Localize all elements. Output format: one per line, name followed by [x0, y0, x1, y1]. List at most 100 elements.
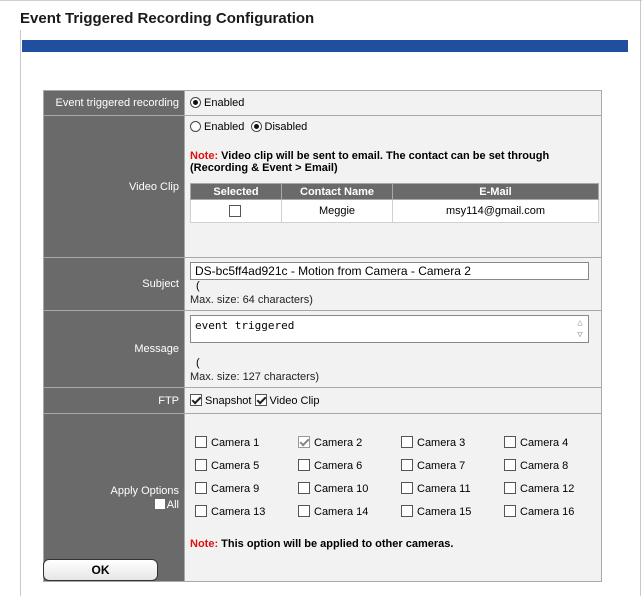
- camera-label: Camera 1: [211, 437, 260, 450]
- checkbox-icon: [401, 459, 413, 472]
- note-text: This option will be applied to other cam…: [218, 538, 454, 551]
- config-form: Event triggered recording Enabled Video …: [43, 90, 602, 583]
- checkbox-icon: [254, 394, 267, 407]
- contact-select-checkbox[interactable]: [228, 204, 241, 217]
- camera-label: Camera 3: [417, 437, 466, 450]
- table-row: Meggie msy114@gmail.com: [190, 199, 599, 223]
- contact-email-cell: msy114@gmail.com: [392, 199, 599, 223]
- camera-checkbox[interactable]: Camera 11: [401, 482, 504, 495]
- checkbox-icon: [504, 505, 516, 518]
- camera-label: Camera 10: [314, 483, 369, 496]
- checkbox-icon: [298, 436, 310, 449]
- checkbox-label: Video Clip: [269, 395, 320, 408]
- col-email: E-Mail: [392, 183, 599, 200]
- camera-label: Camera 5: [211, 460, 260, 473]
- camera-label: Camera 8: [520, 460, 569, 473]
- camera-grid: Camera 1 Camera 2 Camera 3 Camera 4 Camera 5…: [190, 432, 597, 518]
- camera-label: Camera 9: [211, 483, 260, 496]
- row-subject: Subject DS-bc5ff4ad921c - Motion from Ca…: [43, 256, 602, 312]
- subject-input[interactable]: DS-bc5ff4ad921c - Motion from Camera - C…: [190, 262, 589, 280]
- camera-checkbox[interactable]: Camera 2: [298, 436, 401, 449]
- row-message: Message event triggered △ ▽ ( Max. size: 12…: [43, 310, 602, 389]
- camera-checkbox[interactable]: Camera 7: [401, 459, 504, 472]
- camera-label: Camera 6: [314, 460, 363, 473]
- contact-name-cell: Meggie: [281, 199, 393, 223]
- camera-label: Camera 2: [314, 437, 363, 450]
- camera-checkbox[interactable]: Camera 5: [195, 459, 298, 472]
- title-underline-bar: [22, 40, 628, 52]
- apply-all-checkbox[interactable]: All: [46, 498, 179, 511]
- camera-checkbox[interactable]: Camera 3: [401, 436, 504, 449]
- checkbox-icon: [401, 436, 413, 449]
- checkbox-icon: [504, 459, 516, 472]
- ftp-video-clip-checkbox[interactable]: Video Clip: [254, 394, 320, 408]
- checkbox-icon: [298, 505, 310, 518]
- camera-checkbox[interactable]: Camera 14: [298, 505, 401, 518]
- camera-checkbox[interactable]: Camera 1: [195, 436, 298, 449]
- ok-button[interactable]: OK: [43, 559, 158, 581]
- apply-options-note: Note: This option will be applied to oth…: [190, 538, 597, 550]
- camera-checkbox[interactable]: Camera 6: [298, 459, 401, 472]
- video-clip-label: Video Clip: [43, 115, 185, 258]
- message-label: Message: [43, 310, 185, 389]
- row-event-recording: Event triggered recording Enabled: [43, 90, 602, 116]
- ftp-snapshot-checkbox[interactable]: Snapshot: [190, 394, 252, 408]
- video-clip-disabled-radio[interactable]: Disabled: [250, 121, 308, 133]
- camera-checkbox[interactable]: Camera 10: [298, 482, 401, 495]
- apply-options-label: Apply Options: [110, 484, 179, 497]
- note-prefix: Note:: [190, 538, 219, 551]
- radio-icon: [250, 121, 262, 132]
- checkbox-icon: [504, 436, 516, 449]
- message-paren: (: [196, 357, 200, 370]
- col-selected: Selected: [190, 183, 282, 200]
- camera-label: Camera 11: [417, 483, 471, 496]
- checkbox-icon: [401, 482, 413, 495]
- checkbox-icon: [154, 498, 165, 509]
- checkbox-label: Snapshot: [205, 395, 252, 408]
- message-hint: Max. size: 127 characters): [190, 371, 319, 384]
- checkbox-icon: [190, 394, 202, 407]
- contacts-header-row: Selected Contact Name E-Mail: [190, 183, 599, 200]
- checkbox-icon: [401, 505, 413, 518]
- col-contact-name: Contact Name: [281, 183, 393, 200]
- row-apply-options: Apply Options All Camera 1 Camera 2 Camera…: [43, 413, 602, 583]
- note-prefix: Note:: [190, 150, 219, 162]
- camera-checkbox[interactable]: Camera 13: [195, 505, 298, 518]
- apply-all-label: All: [166, 498, 179, 511]
- textarea-scroll-arrows-icon[interactable]: △ ▽: [574, 317, 586, 341]
- checkbox-icon: [298, 459, 310, 472]
- subject-paren: (: [196, 280, 200, 293]
- camera-checkbox[interactable]: Camera 9: [195, 482, 298, 495]
- checkbox-icon: [195, 436, 207, 449]
- camera-checkbox[interactable]: Camera 15: [401, 505, 504, 518]
- camera-checkbox[interactable]: Camera 16: [504, 505, 607, 518]
- contacts-table: Selected Contact Name E-Mail Meggie msy1…: [190, 183, 599, 223]
- camera-label: Camera 7: [417, 460, 466, 473]
- note-text: Video clip will be sent to email. The co…: [190, 150, 550, 174]
- camera-checkbox[interactable]: Camera 8: [504, 459, 607, 472]
- radio-label: Enabled: [204, 121, 245, 133]
- video-clip-enabled-radio[interactable]: Enabled: [190, 121, 244, 133]
- radio-icon: [190, 121, 201, 132]
- checkbox-icon: [195, 459, 207, 472]
- content-right-border: [640, 0, 641, 596]
- row-video-clip: Video Clip Enabled Disabled Note: Video …: [43, 115, 602, 258]
- event-recording-label: Event triggered recording: [43, 90, 185, 116]
- checkbox-icon: [504, 482, 516, 495]
- camera-checkbox[interactable]: Camera 4: [504, 436, 607, 449]
- camera-label: Camera 13: [211, 506, 266, 519]
- checkbox-icon: [195, 482, 207, 495]
- checkbox-icon: [195, 505, 207, 518]
- ftp-label: FTP: [43, 387, 185, 415]
- content-left-border: [20, 30, 21, 596]
- radio-label: Disabled: [264, 121, 308, 133]
- message-textarea[interactable]: event triggered △ ▽: [190, 315, 589, 344]
- camera-label: Camera 14: [314, 506, 369, 519]
- camera-label: Camera 16: [520, 506, 575, 519]
- page-title: Event Triggered Recording Configuration: [20, 10, 315, 27]
- camera-checkbox[interactable]: Camera 12: [504, 482, 607, 495]
- camera-label: Camera 12: [520, 483, 575, 496]
- row-ftp: FTP Snapshot Video Clip: [43, 387, 602, 415]
- event-recording-enabled-radio[interactable]: Enabled: [190, 97, 244, 109]
- subject-label: Subject: [43, 256, 185, 312]
